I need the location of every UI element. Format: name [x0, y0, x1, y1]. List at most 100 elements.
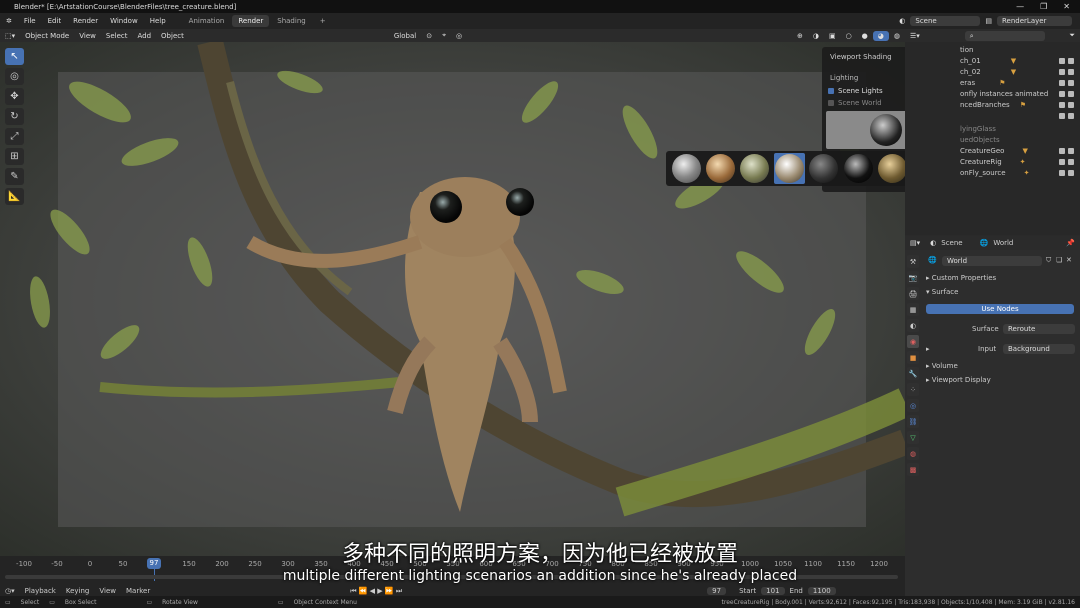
add-workspace-icon[interactable]: + — [314, 15, 332, 27]
surface-panel[interactable]: ▾ Surface — [926, 288, 958, 296]
shading-solid-icon[interactable]: ● — [857, 31, 873, 41]
viewport-menu-object[interactable]: Object — [156, 31, 189, 41]
maximize-icon[interactable]: ❐ — [1040, 2, 1047, 11]
outliner-row[interactable]: eras ⚑ — [905, 77, 1080, 88]
visibility-icon[interactable] — [1059, 90, 1065, 97]
workspace-tab-shading[interactable]: Shading — [271, 15, 311, 27]
select-tool-icon[interactable]: ↖ — [5, 48, 24, 65]
properties-editor-icon[interactable]: ▤▾ — [905, 238, 925, 248]
visibility-icon[interactable] — [1059, 101, 1065, 108]
object-mode-dropdown[interactable]: Object Mode — [20, 31, 74, 41]
view-layer-tab-icon[interactable]: ▦ — [907, 303, 919, 316]
proportional-icon[interactable]: ◎ — [451, 31, 467, 41]
visibility-icon[interactable] — [1059, 79, 1065, 86]
scale-tool-icon[interactable]: ⤢ — [5, 128, 24, 145]
hdri-option[interactable] — [705, 153, 736, 184]
end-frame-field[interactable]: 1100 — [807, 587, 836, 595]
volume-panel[interactable]: ▸ Volume — [926, 362, 958, 370]
menu-window[interactable]: Window — [104, 17, 144, 25]
visibility-icon[interactable] — [1059, 112, 1065, 119]
outliner-row[interactable]: ch_02 ▼ — [905, 66, 1080, 77]
hdri-option-selected[interactable] — [774, 153, 805, 184]
overlay-icon[interactable]: ◑ — [808, 31, 824, 41]
hdri-option[interactable] — [671, 153, 701, 184]
close-icon[interactable]: ✕ — [1063, 2, 1070, 11]
outliner-row[interactable]: tion — [905, 44, 1080, 55]
keying-menu[interactable]: Keying — [61, 587, 95, 595]
world-tab-icon[interactable]: ◉ — [907, 335, 919, 348]
render-icon[interactable] — [1068, 158, 1074, 165]
material-tab-icon[interactable]: ◍ — [907, 447, 919, 460]
scene-world-checkbox[interactable]: Scene World — [828, 99, 882, 107]
snap-icon[interactable]: ⌖ — [437, 30, 451, 41]
menu-edit[interactable]: Edit — [42, 17, 68, 25]
data-tab-icon[interactable]: ▽ — [907, 431, 919, 444]
output-tab-icon[interactable]: 🖨 — [907, 287, 919, 300]
filter-icon[interactable]: ⏷ — [1064, 30, 1080, 41]
input-node-field[interactable]: Background — [1003, 344, 1075, 354]
outliner-row[interactable] — [905, 110, 1080, 121]
minimize-icon[interactable]: — — [1016, 2, 1024, 11]
physics-tab-icon[interactable]: ◎ — [907, 399, 919, 412]
render-icon[interactable] — [1068, 112, 1074, 119]
viewport-menu-add[interactable]: Add — [132, 31, 156, 41]
tool-tab-icon[interactable]: ⚒ — [907, 255, 919, 268]
rotate-tool-icon[interactable]: ↻ — [5, 108, 24, 125]
viewport-display-panel[interactable]: ▸ Viewport Display — [926, 376, 991, 384]
annotate-tool-icon[interactable]: ✎ — [5, 168, 24, 185]
shading-wireframe-icon[interactable]: ○ — [841, 31, 857, 41]
render-layer-selector[interactable]: RenderLayer — [997, 16, 1072, 26]
render-icon[interactable] — [1068, 90, 1074, 97]
shading-rendered-icon[interactable]: ◍ — [889, 31, 905, 41]
visibility-icon[interactable] — [1059, 57, 1065, 64]
render-tab-icon[interactable]: 📷 — [907, 271, 919, 284]
outliner-editor-icon[interactable]: ☰▾ — [905, 31, 925, 41]
orientation-dropdown[interactable]: Global — [389, 31, 421, 41]
outliner-search-input[interactable]: ⌕ — [964, 30, 1045, 41]
render-icon[interactable] — [1068, 57, 1074, 64]
scene-icon[interactable]: ◐ — [894, 16, 910, 26]
outliner-row[interactable]: uedObjects — [905, 134, 1080, 145]
workspace-tab-animation[interactable]: Animation — [183, 15, 231, 27]
start-frame-field[interactable]: 101 — [761, 587, 785, 595]
render-layer-icon[interactable]: ▤ — [980, 16, 997, 26]
render-icon[interactable] — [1068, 147, 1074, 154]
scene-tab-icon[interactable]: ◐ — [907, 319, 919, 332]
scene-lights-checkbox[interactable]: Scene Lights — [828, 87, 883, 95]
use-nodes-button[interactable]: Use Nodes — [926, 304, 1074, 314]
scene-selector[interactable]: Scene — [910, 16, 981, 26]
world-name-field[interactable]: World — [942, 256, 1042, 266]
shading-material-icon[interactable]: ◕ — [872, 30, 889, 41]
timeline-editor-icon[interactable]: ◷▾ — [0, 587, 20, 595]
hdri-option[interactable] — [740, 153, 770, 184]
render-icon[interactable] — [1068, 68, 1074, 75]
editor-type-icon[interactable]: ⬚▾ — [0, 31, 20, 41]
outliner-row[interactable]: ch_01 ▼ — [905, 55, 1080, 66]
viewport-menu-view[interactable]: View — [74, 31, 101, 41]
workspace-tab-render[interactable]: Render — [232, 15, 270, 27]
viewport-menu-select[interactable]: Select — [101, 31, 133, 41]
particles-tab-icon[interactable]: ⁘ — [907, 383, 919, 396]
outliner-row[interactable]: CreatureRig ✦ — [905, 156, 1080, 167]
frame-field[interactable]: 97 — [707, 587, 727, 595]
menu-render[interactable]: Render — [67, 17, 104, 25]
hdri-option[interactable] — [843, 153, 873, 184]
playback-controls[interactable]: ⏮ ⏪ ◀ ▶ ⏩ ⏭ — [345, 587, 407, 596]
visibility-icon[interactable] — [1059, 147, 1065, 154]
gizmo-icon[interactable]: ⊕ — [792, 31, 808, 41]
object-tab-icon[interactable]: ■ — [907, 351, 919, 364]
cursor-tool-icon[interactable]: ◎ — [5, 68, 24, 85]
blender-logo-icon[interactable]: ✲ — [0, 17, 18, 25]
move-tool-icon[interactable]: ✥ — [5, 88, 24, 105]
xray-icon[interactable]: ▣ — [824, 31, 841, 41]
playback-menu[interactable]: Playback — [20, 587, 61, 595]
hdri-option[interactable] — [877, 153, 907, 184]
fake-user-icon[interactable]: ⛉ — [1046, 256, 1051, 265]
pin-icon[interactable]: 📌 — [1061, 238, 1080, 248]
world-icon[interactable]: 🌐 — [928, 256, 937, 264]
visibility-icon[interactable] — [1059, 169, 1065, 176]
transform-tool-icon[interactable]: ⊞ — [5, 148, 24, 165]
outliner-row[interactable]: onfly instances animated — [905, 88, 1080, 99]
render-icon[interactable] — [1068, 79, 1074, 86]
measure-tool-icon[interactable]: 📐 — [5, 188, 24, 205]
